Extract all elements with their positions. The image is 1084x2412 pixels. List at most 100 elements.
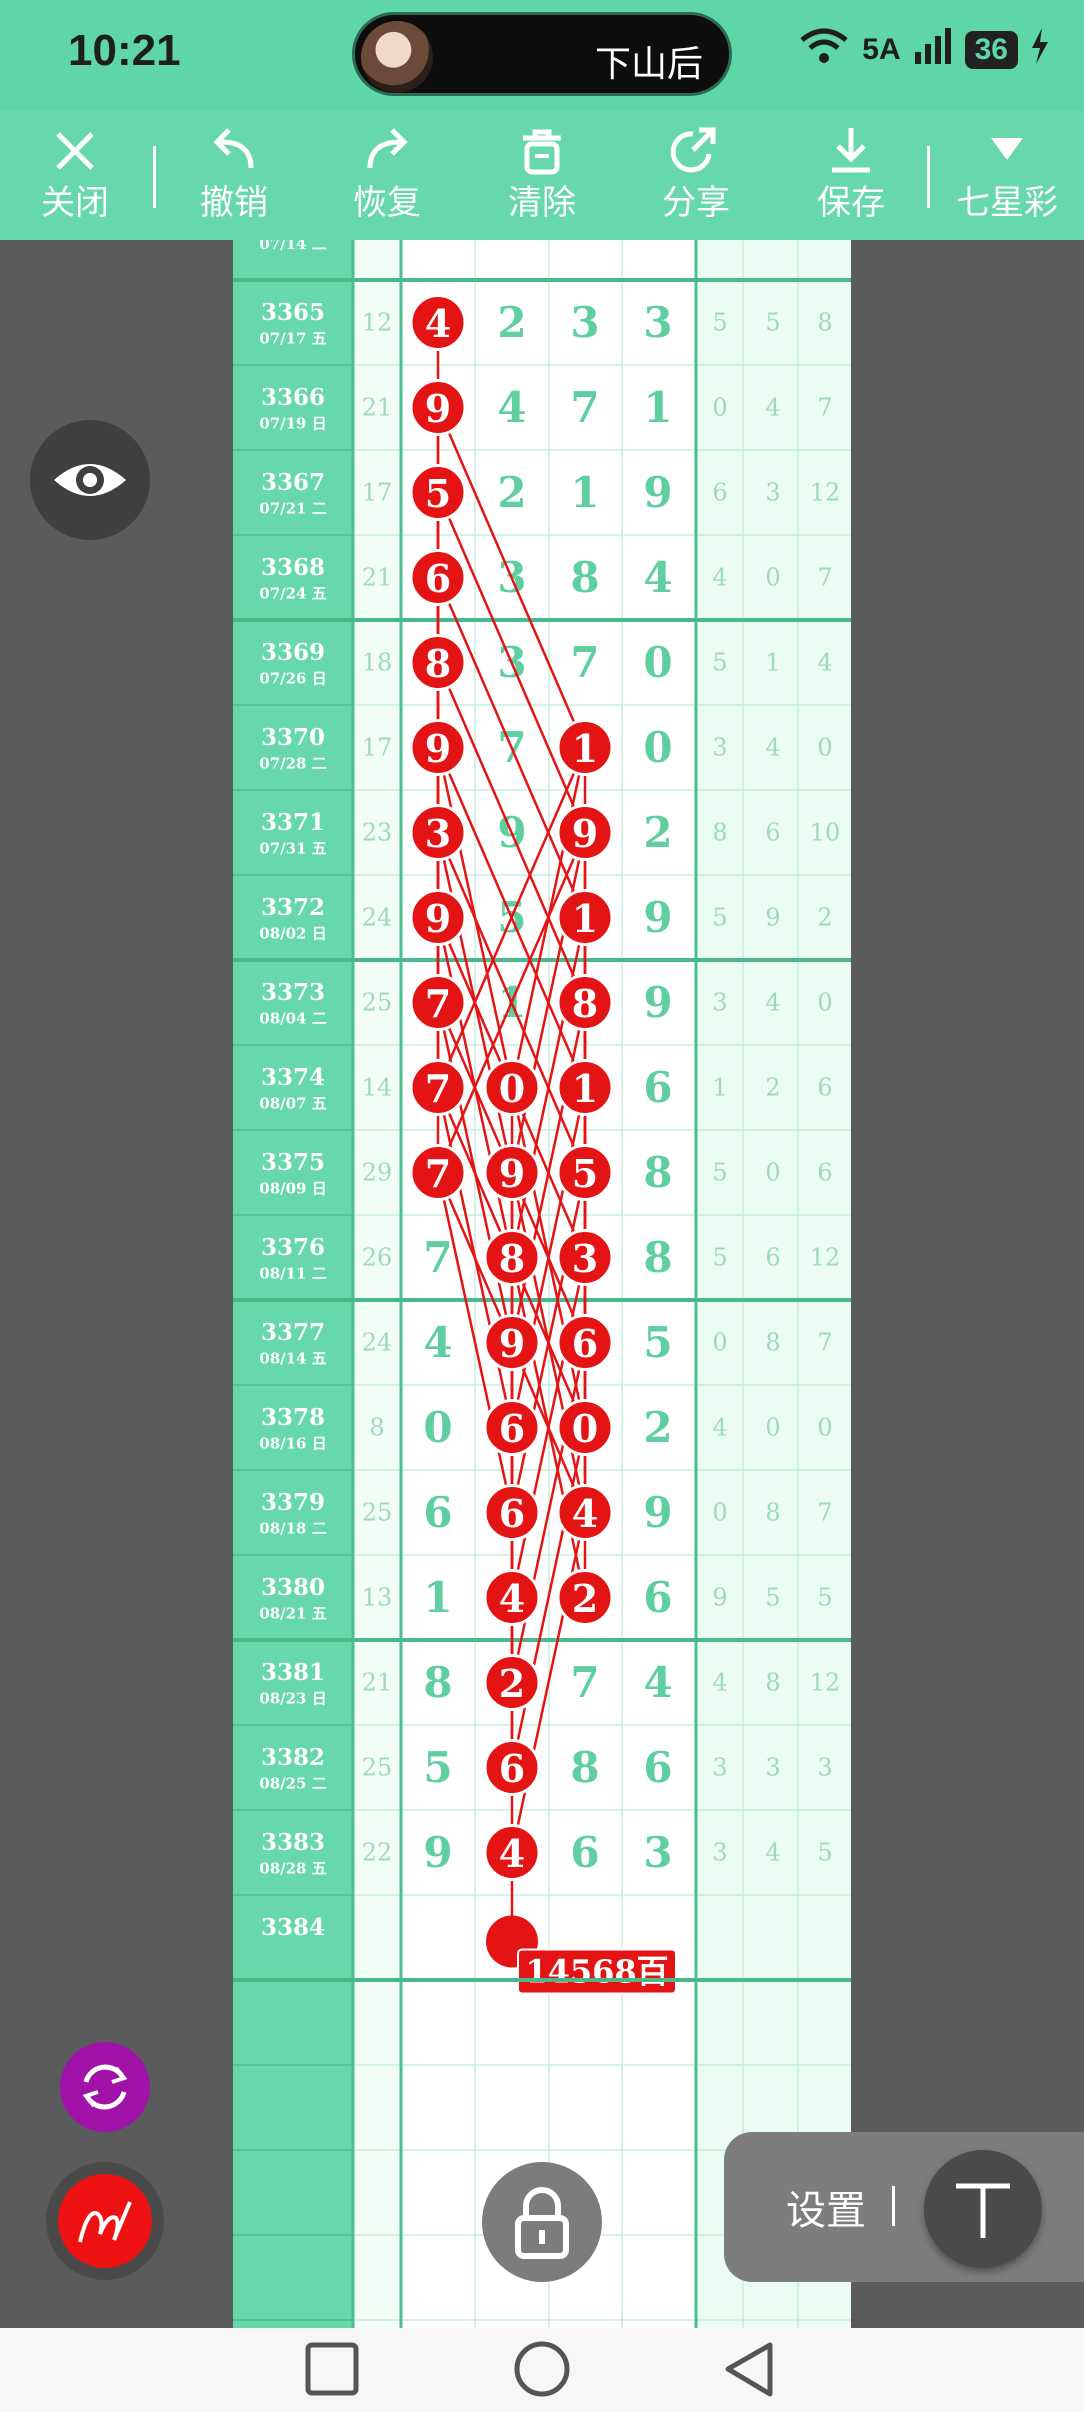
nav-recents-icon[interactable] [305,2342,359,2396]
extra-value: 7 [817,394,832,422]
extra-value: 12 [810,479,841,507]
sum-value: 22 [362,1839,393,1867]
digit: 6 [643,1743,672,1792]
extra-value: 3 [712,989,727,1017]
extra-value: 2 [817,904,832,932]
nav-back-icon[interactable] [725,2342,773,2397]
settings-button[interactable]: 设置 [786,2178,866,2236]
digit: 6 [643,1573,672,1622]
extra-value: 12 [810,1669,841,1697]
issue-number: 3370 [261,724,325,751]
pen-tool-button[interactable] [46,2162,164,2280]
issue-date: 08/28 五 [259,1860,326,1878]
extra-value: 2 [765,1074,780,1102]
digit: 9 [643,468,672,517]
extra-value: 6 [765,1244,780,1272]
extra-value: 0 [817,989,832,1017]
extra-value: 8 [765,1329,780,1357]
redo-label: 恢复 [353,183,421,223]
digit: 6 [423,1488,452,1537]
sum-value: 25 [362,1499,393,1527]
save-button[interactable]: 保存 [786,118,916,238]
toolbar-divider [153,146,156,208]
issue-date: 07/28 二 [259,755,326,773]
digit: 6 [570,1828,599,1877]
issue-date: 07/21 二 [259,500,326,518]
toolbar-divider [927,146,930,208]
battery-level: 36 [964,31,1018,69]
nav-home-icon[interactable] [514,2341,570,2397]
extra-value: 5 [765,309,780,337]
marker-digit: 4 [425,301,451,346]
trend-chart-canvas[interactable]: 07/14 二336507/17 五12 2 3 3 5 5 8336607/19 日21 4… [233,240,851,2328]
extra-value: 0 [765,1159,780,1187]
redo-button[interactable]: 恢复 [322,118,452,238]
marker-digit: 6 [425,556,451,601]
extra-value: 5 [712,649,727,677]
digit: 0 [423,1403,452,1452]
issue-number: 3368 [261,554,325,581]
extra-value: 0 [712,1499,727,1527]
extra-value: 8 [712,819,727,847]
clear-button[interactable]: 清除 [477,118,607,238]
issue-number: 3381 [261,1659,325,1686]
close-button[interactable]: 关闭 [10,118,140,238]
trend-chart[interactable]: 07/14 二 3365 07/17 五 12 2 3 3 5 5 8 3366 07/19 日 21 4… [233,240,851,2328]
share-button[interactable]: 分享 [631,118,761,238]
rotate-button[interactable] [60,2042,150,2132]
media-island[interactable]: 下山后 [352,12,732,96]
extra-value: 5 [712,1244,727,1272]
issue-date: 08/23 日 [259,1690,326,1708]
marker-digit: 7 [425,1066,451,1111]
digit: 2 [497,298,526,347]
issue-number: 3375 [261,1149,325,1176]
digit: 4 [643,1658,672,1707]
digit: 0 [643,638,672,687]
extra-value: 5 [712,309,727,337]
status-bar: 10:21 下山后 5A 36 [0,0,1084,110]
sum-value: 21 [362,1669,393,1697]
sum-value: 24 [362,904,393,932]
sum-column [353,240,401,2328]
digit: 4 [643,553,672,602]
album-art [361,21,433,93]
rotate-icon [82,2064,128,2110]
extra-value: 3 [712,1754,727,1782]
visibility-toggle-button[interactable] [30,420,150,540]
extra-value: 0 [712,394,727,422]
issue-number: 3366 [261,384,325,411]
extra-value: 8 [765,1499,780,1527]
lottery-type-dropdown[interactable]: 七星彩 [942,118,1072,238]
issue-date: 07/17 五 [259,330,326,348]
undo-button[interactable]: 撤销 [169,118,299,238]
digit: 9 [643,978,672,1027]
extra-value: 0 [765,1414,780,1442]
marker-digit: 7 [425,1151,451,1196]
extra-value: 0 [712,1329,727,1357]
marker-digit: 4 [572,1491,598,1536]
digit: 8 [643,1148,672,1197]
issue-date: 07/14 二 [259,240,326,253]
eye-icon [54,464,126,496]
undo-icon [169,118,299,180]
issue-number: 3374 [261,1064,325,1091]
text-tool-button[interactable] [924,2150,1042,2268]
issue-number: 3382 [261,1744,325,1771]
digit: 6 [643,1063,672,1112]
extra-value: 6 [712,479,727,507]
marker-digit: 9 [425,896,451,941]
settings-panel: 设置 [724,2132,1084,2282]
digit: 1 [423,1573,452,1622]
clear-label: 清除 [508,183,576,223]
extra-value: 3 [765,479,780,507]
extra-value: 9 [765,904,780,932]
lock-button[interactable] [482,2162,602,2282]
extra-value: 4 [765,734,780,762]
charging-icon [1030,28,1050,72]
extra-value: 4 [712,1414,727,1442]
digit: 8 [643,1233,672,1282]
digit: 7 [570,1658,599,1707]
issue-date: 08/18 二 [259,1520,326,1538]
digit: 3 [570,298,599,347]
issue-number: 3371 [261,809,325,836]
